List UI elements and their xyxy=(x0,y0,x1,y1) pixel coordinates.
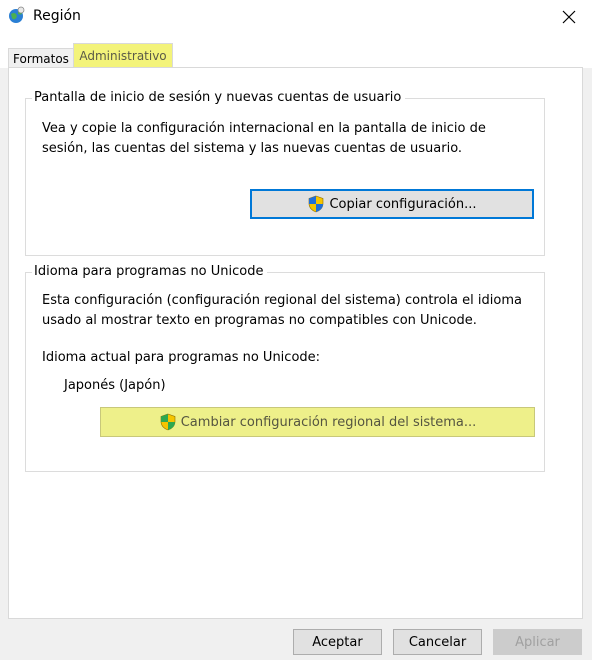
window-title: Región xyxy=(33,8,81,24)
copy-settings-button[interactable]: Copiar configuración... xyxy=(250,189,534,219)
tab-panel-administrativo: Pantalla de inicio de sesión y nuevas cu… xyxy=(8,67,583,619)
current-language-label: Idioma actual para programas no Unicode: xyxy=(42,350,321,365)
uac-shield-icon xyxy=(160,413,176,431)
title-bar: Región xyxy=(0,0,592,34)
tab-strip: Formatos Administrativo xyxy=(0,34,592,70)
change-system-locale-label: Cambiar configuración regional del siste… xyxy=(180,414,477,430)
copy-settings-label: Copiar configuración... xyxy=(329,196,477,212)
login-group-legend: Pantalla de inicio de sesión y nuevas cu… xyxy=(32,89,406,107)
login-settings-group: Pantalla de inicio de sesión y nuevas cu… xyxy=(25,89,545,256)
change-system-locale-button[interactable]: Cambiar configuración regional del siste… xyxy=(100,407,535,437)
unicode-group-legend: Idioma para programas no Unicode xyxy=(32,263,268,281)
tab-administrativo[interactable]: Administrativo xyxy=(73,43,173,69)
apply-button[interactable]: Aplicar xyxy=(493,629,582,655)
globe-icon xyxy=(9,6,25,23)
cancel-button[interactable]: Cancelar xyxy=(393,629,482,655)
unicode-language-group: Idioma para programas no Unicode Esta co… xyxy=(25,263,545,472)
login-group-description: Vea y copie la configuración internacion… xyxy=(42,121,486,156)
current-language-value: Japonés (Japón) xyxy=(64,378,166,393)
close-icon xyxy=(562,10,576,24)
uac-shield-icon xyxy=(309,195,324,213)
unicode-group-description: Esta configuración (configuración region… xyxy=(42,293,522,328)
close-button[interactable] xyxy=(546,0,592,34)
ok-button[interactable]: Aceptar xyxy=(293,629,382,655)
